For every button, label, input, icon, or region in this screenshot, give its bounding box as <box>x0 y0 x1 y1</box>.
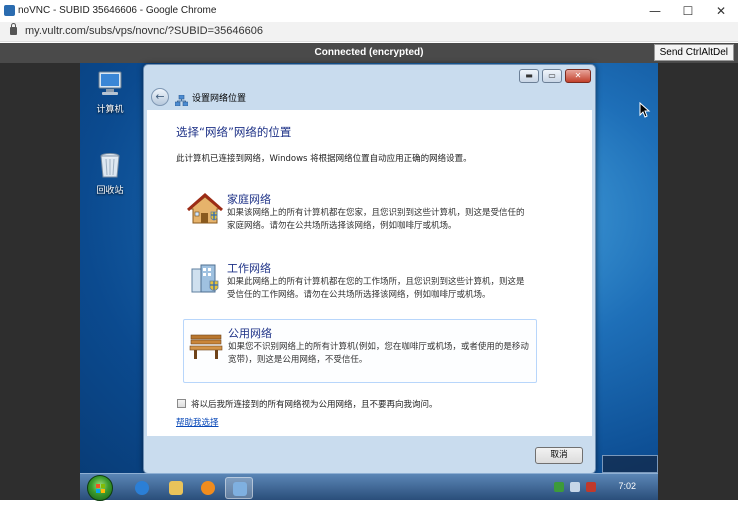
dialog-close-button[interactable]: ✕ <box>565 69 591 83</box>
help-me-choose-link[interactable]: 帮助我选择 <box>176 416 219 428</box>
minimize-window-button[interactable]: — <box>640 2 670 20</box>
maximize-window-button[interactable]: ☐ <box>673 2 703 20</box>
computer-icon <box>95 69 125 99</box>
browser-window-title: noVNC - SUBID 35646606 - Google Chrome <box>18 5 217 16</box>
page-description: 此计算机已连接到网络，Windows 将根据网络位置自动应用正确的网络设置。 <box>176 154 472 164</box>
ie-icon <box>135 481 149 495</box>
dialog-nav-row: ← 设置网络位置 <box>144 85 595 109</box>
start-button[interactable] <box>87 475 113 501</box>
minimize-icon: ▬ <box>525 71 533 80</box>
dialog-titlebar[interactable]: ▬ ▭ ✕ <box>144 65 595 85</box>
page-title: 选择“网络”网络的位置 <box>176 125 292 139</box>
desktop-icon-recycle-bin[interactable]: 回收站 <box>85 150 135 196</box>
option-title: 工作网络 <box>227 262 271 275</box>
desktop-icon-label: 计算机 <box>96 105 124 115</box>
recycle-bin-icon <box>95 150 125 180</box>
maximize-icon: ▭ <box>548 71 556 80</box>
taskbar-ie[interactable] <box>128 477 156 499</box>
dialog-content: 选择“网络”网络的位置 此计算机已连接到网络，Windows 将根据网络位置自动… <box>147 110 592 436</box>
novnc-status-bar: Connected (encrypted) Send CtrlAltDel <box>0 43 738 63</box>
dialog-maximize-button[interactable]: ▭ <box>542 69 562 83</box>
option-description: 如果该网络上的所有计算机都在您家，且您识别到这些计算机，则这是受信任的家庭网络。… <box>227 208 525 231</box>
checkbox-label[interactable]: 将以后我所连接到的所有网络视为公用网络，且不要再向我询问。 <box>191 398 438 410</box>
taskbar-media-player[interactable] <box>194 477 222 499</box>
lock-icon <box>10 23 17 35</box>
volume-icon[interactable] <box>586 482 596 492</box>
explorer-icon <box>169 481 183 495</box>
option-public-network[interactable]: 公用网络 如果您不识别网络上的所有计算机(例如，您在咖啡厅或机场，或者使用的是移… <box>183 319 537 383</box>
treat-all-public-checkbox[interactable] <box>177 399 186 408</box>
cancel-button[interactable]: 取消 <box>535 447 583 464</box>
option-work-network[interactable]: 工作网络 如果此网络上的所有计算机都在您的工作场所，且您识别到这些计算机，则这是… <box>183 255 537 317</box>
dialog-nav-title: 设置网络位置 <box>192 94 247 104</box>
taskbar-explorer[interactable] <box>162 477 190 499</box>
option-description: 如果您不识别网络上的所有计算机(例如，您在咖啡厅或机场，或者使用的是移动宽带)，… <box>228 342 529 365</box>
network-icon <box>174 91 189 107</box>
connection-status: Connected (encrypted) <box>314 47 424 58</box>
media-player-icon <box>201 481 215 495</box>
taskbar-network-dialog[interactable] <box>225 477 253 499</box>
network-dialog-icon <box>233 482 247 496</box>
close-window-button[interactable]: ✕ <box>706 2 736 20</box>
desktop-icon-label: 回收站 <box>96 186 124 196</box>
dialog-minimize-button[interactable]: ▬ <box>519 69 539 83</box>
desktop-icon-computer[interactable]: 计算机 <box>85 69 135 115</box>
address-bar[interactable]: my.vultr.com/subs/vps/novnc/?SUBID=35646… <box>0 22 738 42</box>
windows-logo-icon <box>96 484 105 493</box>
desktop-notification-area <box>602 455 658 473</box>
clock[interactable]: 7:02 <box>618 481 636 491</box>
system-tray: 7:02 <box>548 474 658 501</box>
option-title: 公用网络 <box>228 327 272 340</box>
action-center-icon[interactable] <box>554 482 564 492</box>
option-description: 如果此网络上的所有计算机都在您的工作场所，且您识别到这些计算机，则这是受信任的工… <box>227 277 525 300</box>
home-network-icon <box>187 192 223 228</box>
back-button[interactable]: ← <box>151 88 169 106</box>
network-tray-icon[interactable] <box>570 482 580 492</box>
close-icon: ✕ <box>574 71 582 80</box>
browser-titlebar: noVNC - SUBID 35646606 - Google Chrome —… <box>0 0 738 22</box>
public-network-icon <box>188 326 224 362</box>
novnc-favicon-icon <box>4 5 15 16</box>
send-ctrl-alt-del-button[interactable]: Send CtrlAltDel <box>653 44 734 61</box>
network-location-dialog: ▬ ▭ ✕ ← 设置网络位置 选择“网络”网络的位置 此计算机已连接到网络，Wi… <box>143 64 596 474</box>
work-network-icon <box>187 261 223 297</box>
option-home-network[interactable]: 家庭网络 如果该网络上的所有计算机都在您家，且您识别到这些计算机，则这是受信任的… <box>183 186 537 248</box>
taskbar: 7:02 <box>80 473 658 501</box>
back-arrow-icon: ← <box>155 90 165 103</box>
url-text[interactable]: my.vultr.com/subs/vps/novnc/?SUBID=35646… <box>25 25 263 37</box>
option-title: 家庭网络 <box>227 193 271 206</box>
